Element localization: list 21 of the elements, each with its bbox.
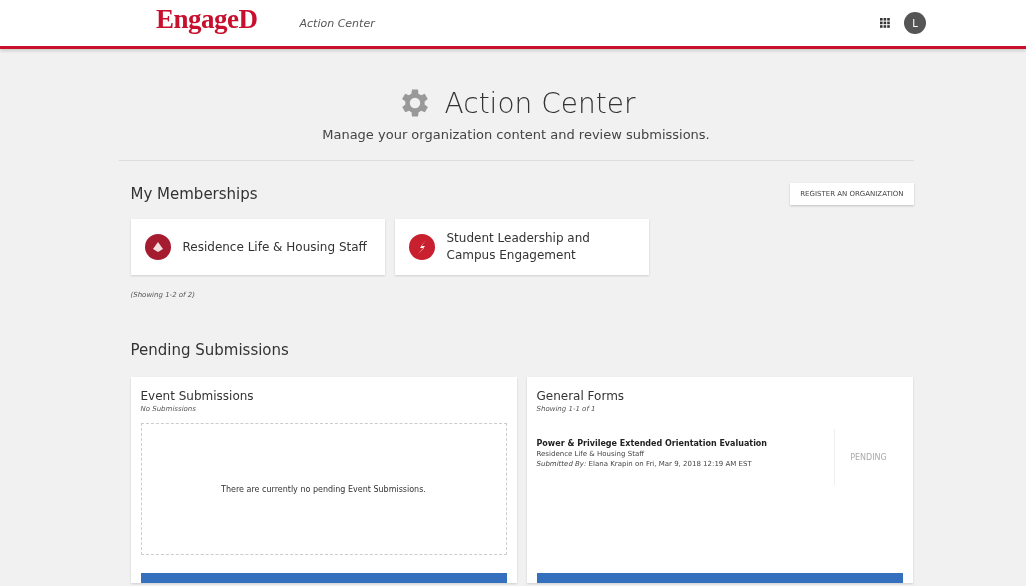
logo[interactable]: EngageD <box>156 3 258 35</box>
form-title[interactable]: Power & Privilege Extended Orientation Evaluation <box>536 439 834 448</box>
panel-action-button[interactable] <box>536 573 903 583</box>
app-grid-icon[interactable] <box>880 18 890 28</box>
organization-name: Residence Life & Housing Staff <box>182 238 367 256</box>
section-title: Action Center <box>299 16 375 30</box>
section-heading: My Memberships <box>130 185 258 203</box>
lightning-logo-icon <box>408 234 435 260</box>
membership-card[interactable]: Student Leadership and Campus Engagement <box>394 219 649 275</box>
page-subtitle: Manage your organization content and review submissions. <box>322 127 710 142</box>
panel-title: Event Submissions <box>140 389 255 403</box>
user-avatar[interactable]: L <box>904 12 926 34</box>
membership-card[interactable]: Residence Life & Housing Staff <box>130 219 385 275</box>
crest-logo-icon <box>144 234 171 260</box>
organization-name: Student Leadership and Campus Engagement <box>446 230 591 264</box>
section-heading: Pending Submissions <box>129 341 290 359</box>
panel-title: General Forms <box>536 389 626 403</box>
page-title: Action Center <box>444 86 636 120</box>
empty-state-text: There are currently no pending Event Submissions. <box>221 484 426 494</box>
panel-action-button[interactable] <box>140 573 507 583</box>
status-label: PENDING <box>849 452 888 464</box>
